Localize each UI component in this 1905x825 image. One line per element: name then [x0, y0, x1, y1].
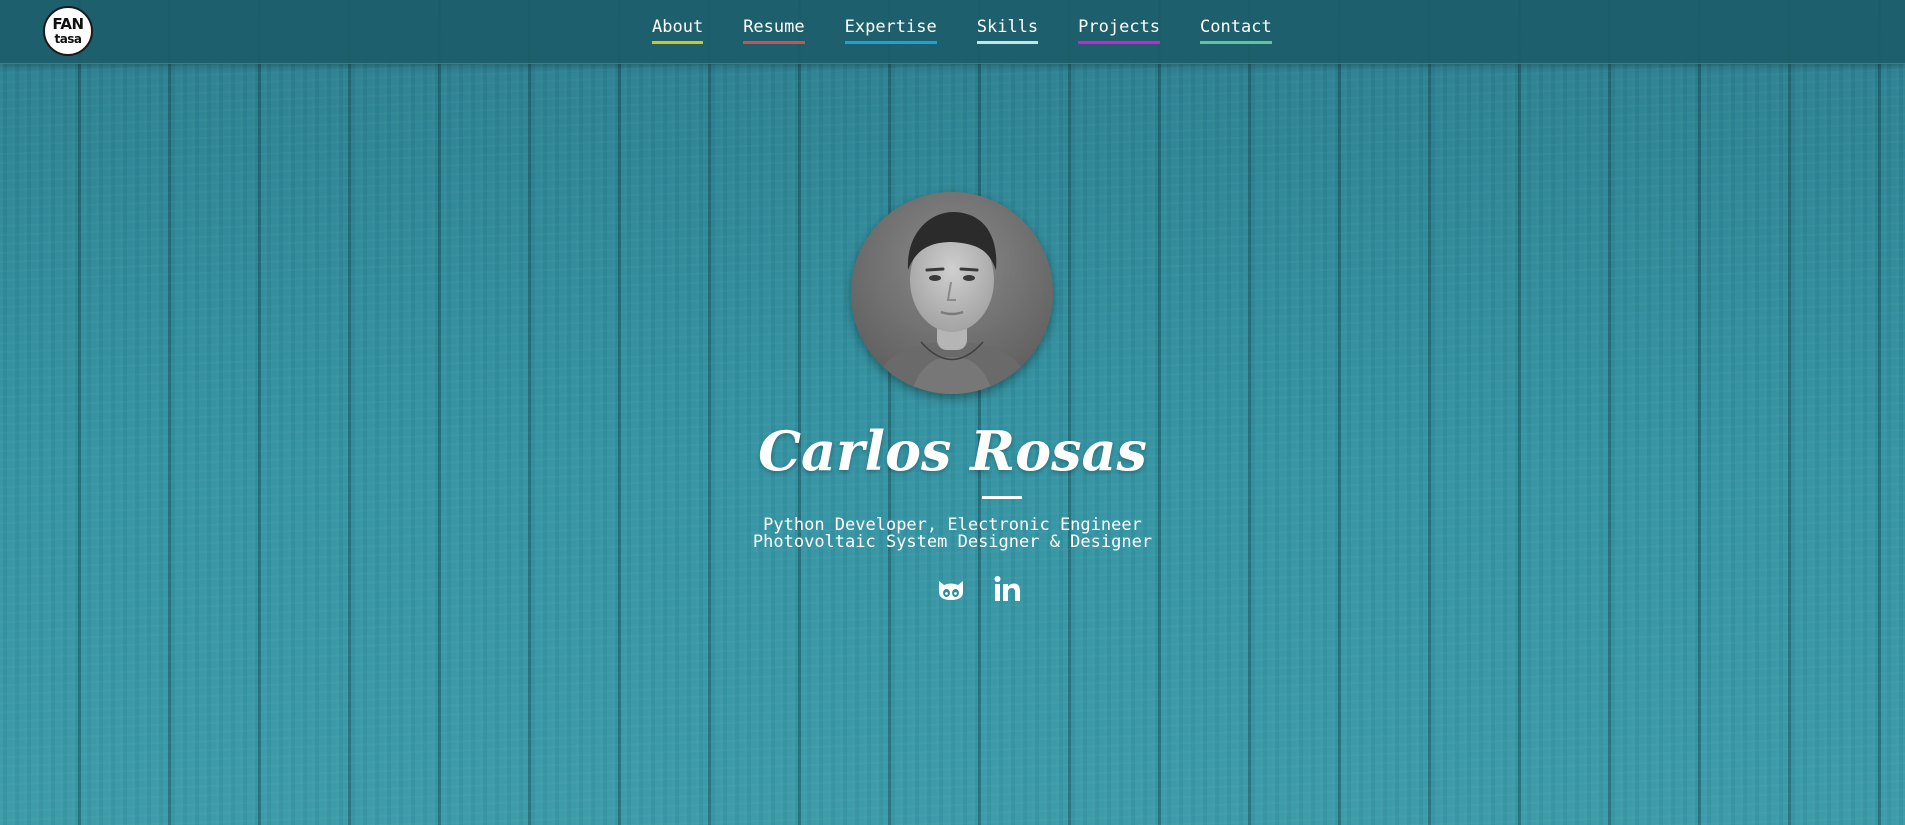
profile-photo — [851, 192, 1053, 394]
linkedin-icon — [991, 576, 1023, 609]
subtitle-line-2: Photovoltaic System Designer & Designer — [752, 532, 1153, 552]
github-icon — [935, 581, 967, 609]
hero-section: Carlos Rosas Python Developer, Electroni… — [0, 0, 1905, 825]
title-divider — [982, 496, 1022, 499]
linkedin-link[interactable] — [991, 573, 1023, 605]
profile-name: Carlos Rosas — [758, 419, 1147, 483]
github-link[interactable] — [935, 573, 967, 605]
social-links — [935, 573, 1023, 605]
profile-subtitle: Python Developer, Electronic Engineer Ph… — [0, 517, 1905, 551]
